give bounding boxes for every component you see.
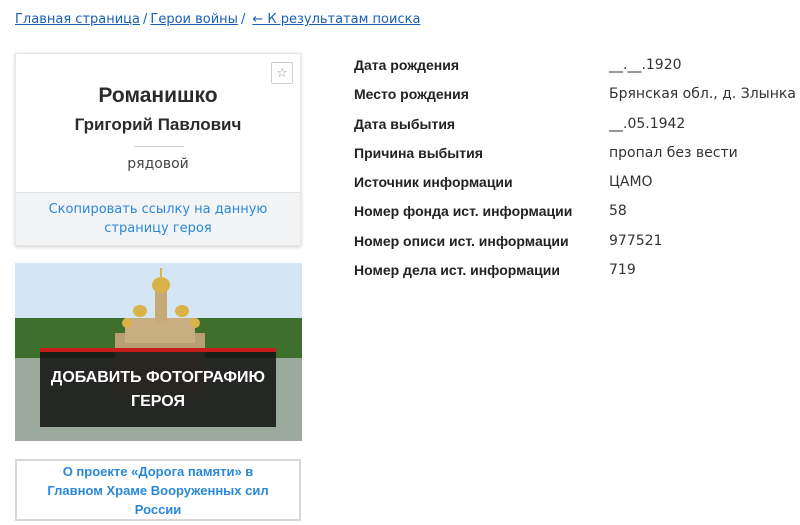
info-label: Место рождения bbox=[354, 86, 469, 103]
copy-link-area: Скопировать ссылку на данную страницу ге… bbox=[16, 192, 300, 245]
breadcrumb-home-link[interactable]: Главная страница bbox=[15, 12, 140, 27]
info-value: 58 bbox=[609, 203, 627, 220]
info-label: Источник информации bbox=[354, 174, 513, 191]
hero-first-names: Григорий Павлович bbox=[74, 115, 242, 134]
breadcrumb-separator: / bbox=[240, 12, 246, 27]
hero-surname: Романишко bbox=[98, 84, 218, 107]
add-photo-label-line1: ДОБАВИТЬ ФОТОГРАФИЮ bbox=[50, 368, 266, 386]
info-value: Брянская обл., д. Злынка bbox=[609, 86, 796, 103]
card-divider bbox=[134, 146, 184, 147]
breadcrumb-heroes-link[interactable]: Герои войны bbox=[150, 12, 238, 27]
add-photo-label-line2: ГЕРОЯ bbox=[131, 392, 185, 410]
info-value: ЦАМО bbox=[609, 174, 653, 191]
info-value: 977521 bbox=[609, 232, 663, 249]
info-value: __.__.1920 bbox=[609, 57, 682, 73]
hero-card: ☆ Романишко Григорий Павлович рядовой Ск… bbox=[15, 53, 301, 246]
add-photo-button[interactable]: ДОБАВИТЬ ФОТОГРАФИЮ ГЕРОЯ bbox=[40, 348, 276, 427]
info-label: Причина выбытия bbox=[354, 144, 483, 161]
info-label: Номер дела ист. информации bbox=[354, 262, 560, 279]
info-label: Номер описи ист. информации bbox=[354, 232, 569, 249]
info-label: Дата выбытия bbox=[354, 115, 456, 132]
info-label: Номер фонда ист. информации bbox=[354, 203, 573, 220]
breadcrumb-separator: / bbox=[143, 12, 148, 27]
info-label: Дата рождения bbox=[354, 57, 460, 73]
back-to-results-link[interactable]: ← К результатам поиска bbox=[252, 12, 420, 27]
info-value: пропал без вести bbox=[609, 144, 738, 161]
hero-photo-placeholder: ДОБАВИТЬ ФОТОГРАФИЮ ГЕРОЯ bbox=[15, 263, 302, 441]
favorite-star-icon[interactable]: ☆ bbox=[271, 62, 293, 84]
info-value: 719 bbox=[609, 262, 636, 279]
about-project-button[interactable]: О проекте «Дорога памяти» в Главном Храм… bbox=[15, 459, 301, 521]
breadcrumb: Главная страница / Герои войны / ← К результ… bbox=[15, 12, 420, 27]
copy-link-button[interactable]: Скопировать ссылку на данную страницу ге… bbox=[23, 200, 293, 238]
info-value: __.05.1942 bbox=[609, 115, 686, 132]
about-project-label: О проекте «Дорога памяти» в Главном Храм… bbox=[47, 463, 269, 517]
hero-rank: рядовой bbox=[127, 156, 189, 172]
